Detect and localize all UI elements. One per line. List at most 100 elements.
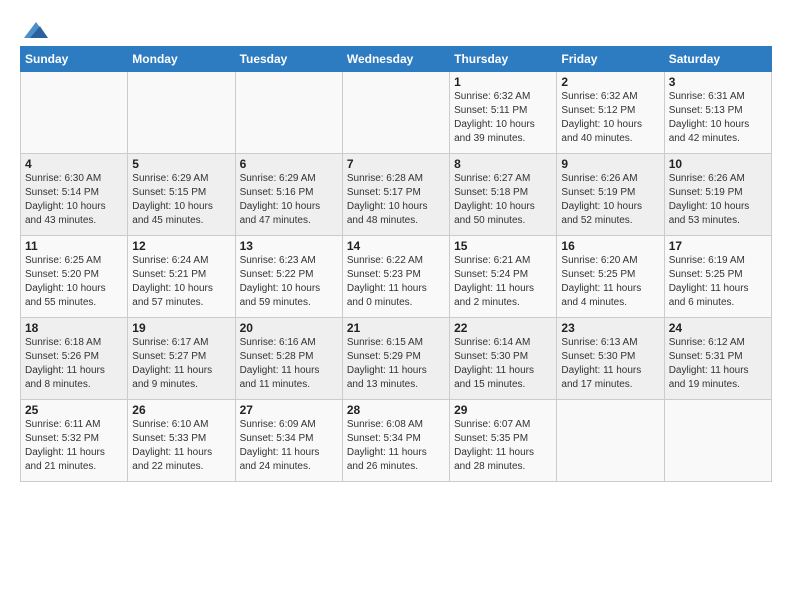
calendar-cell (128, 72, 235, 154)
day-info: Sunrise: 6:14 AMSunset: 5:30 PMDaylight:… (454, 336, 552, 392)
day-number: 17 (669, 239, 767, 253)
calendar-cell: 14Sunrise: 6:22 AMSunset: 5:23 PMDayligh… (342, 236, 449, 318)
day-number: 1 (454, 75, 552, 89)
calendar-cell: 20Sunrise: 6:16 AMSunset: 5:28 PMDayligh… (235, 318, 342, 400)
day-info: Sunrise: 6:26 AMSunset: 5:19 PMDaylight:… (561, 172, 659, 228)
day-info: Sunrise: 6:24 AMSunset: 5:21 PMDaylight:… (132, 254, 230, 310)
calendar-cell: 23Sunrise: 6:13 AMSunset: 5:30 PMDayligh… (557, 318, 664, 400)
calendar-cell (235, 72, 342, 154)
calendar-cell: 25Sunrise: 6:11 AMSunset: 5:32 PMDayligh… (21, 400, 128, 482)
calendar-week-1: 4Sunrise: 6:30 AMSunset: 5:14 PMDaylight… (21, 154, 772, 236)
day-number: 26 (132, 403, 230, 417)
day-number: 10 (669, 157, 767, 171)
day-number: 25 (25, 403, 123, 417)
day-info: Sunrise: 6:23 AMSunset: 5:22 PMDaylight:… (240, 254, 338, 310)
day-info: Sunrise: 6:12 AMSunset: 5:31 PMDaylight:… (669, 336, 767, 392)
day-info: Sunrise: 6:13 AMSunset: 5:30 PMDaylight:… (561, 336, 659, 392)
day-number: 14 (347, 239, 445, 253)
calendar-cell: 7Sunrise: 6:28 AMSunset: 5:17 PMDaylight… (342, 154, 449, 236)
day-number: 11 (25, 239, 123, 253)
day-number: 21 (347, 321, 445, 335)
calendar-cell: 22Sunrise: 6:14 AMSunset: 5:30 PMDayligh… (450, 318, 557, 400)
day-info: Sunrise: 6:19 AMSunset: 5:25 PMDaylight:… (669, 254, 767, 310)
calendar-cell: 13Sunrise: 6:23 AMSunset: 5:22 PMDayligh… (235, 236, 342, 318)
calendar-cell: 21Sunrise: 6:15 AMSunset: 5:29 PMDayligh… (342, 318, 449, 400)
calendar-cell: 1Sunrise: 6:32 AMSunset: 5:11 PMDaylight… (450, 72, 557, 154)
calendar-cell: 10Sunrise: 6:26 AMSunset: 5:19 PMDayligh… (664, 154, 771, 236)
day-number: 12 (132, 239, 230, 253)
day-info: Sunrise: 6:16 AMSunset: 5:28 PMDaylight:… (240, 336, 338, 392)
day-number: 4 (25, 157, 123, 171)
day-info: Sunrise: 6:28 AMSunset: 5:17 PMDaylight:… (347, 172, 445, 228)
calendar-cell: 17Sunrise: 6:19 AMSunset: 5:25 PMDayligh… (664, 236, 771, 318)
logo (20, 20, 50, 40)
day-number: 13 (240, 239, 338, 253)
calendar-table: SundayMondayTuesdayWednesdayThursdayFrid… (20, 46, 772, 482)
day-number: 8 (454, 157, 552, 171)
day-info: Sunrise: 6:29 AMSunset: 5:16 PMDaylight:… (240, 172, 338, 228)
calendar-cell: 28Sunrise: 6:08 AMSunset: 5:34 PMDayligh… (342, 400, 449, 482)
calendar-week-0: 1Sunrise: 6:32 AMSunset: 5:11 PMDaylight… (21, 72, 772, 154)
day-number: 28 (347, 403, 445, 417)
col-header-saturday: Saturday (664, 47, 771, 72)
day-info: Sunrise: 6:31 AMSunset: 5:13 PMDaylight:… (669, 90, 767, 146)
day-info: Sunrise: 6:26 AMSunset: 5:19 PMDaylight:… (669, 172, 767, 228)
day-number: 15 (454, 239, 552, 253)
day-number: 29 (454, 403, 552, 417)
day-info: Sunrise: 6:18 AMSunset: 5:26 PMDaylight:… (25, 336, 123, 392)
day-info: Sunrise: 6:09 AMSunset: 5:34 PMDaylight:… (240, 418, 338, 474)
logo-icon (22, 20, 50, 40)
calendar-cell (557, 400, 664, 482)
day-info: Sunrise: 6:07 AMSunset: 5:35 PMDaylight:… (454, 418, 552, 474)
calendar-week-2: 11Sunrise: 6:25 AMSunset: 5:20 PMDayligh… (21, 236, 772, 318)
calendar-cell: 18Sunrise: 6:18 AMSunset: 5:26 PMDayligh… (21, 318, 128, 400)
calendar-cell (664, 400, 771, 482)
calendar-cell: 11Sunrise: 6:25 AMSunset: 5:20 PMDayligh… (21, 236, 128, 318)
day-number: 9 (561, 157, 659, 171)
day-info: Sunrise: 6:08 AMSunset: 5:34 PMDaylight:… (347, 418, 445, 474)
day-info: Sunrise: 6:22 AMSunset: 5:23 PMDaylight:… (347, 254, 445, 310)
calendar-cell (21, 72, 128, 154)
calendar-cell: 5Sunrise: 6:29 AMSunset: 5:15 PMDaylight… (128, 154, 235, 236)
day-number: 20 (240, 321, 338, 335)
day-number: 23 (561, 321, 659, 335)
day-info: Sunrise: 6:21 AMSunset: 5:24 PMDaylight:… (454, 254, 552, 310)
col-header-wednesday: Wednesday (342, 47, 449, 72)
day-number: 22 (454, 321, 552, 335)
day-info: Sunrise: 6:20 AMSunset: 5:25 PMDaylight:… (561, 254, 659, 310)
calendar-cell: 19Sunrise: 6:17 AMSunset: 5:27 PMDayligh… (128, 318, 235, 400)
day-number: 27 (240, 403, 338, 417)
day-number: 5 (132, 157, 230, 171)
col-header-tuesday: Tuesday (235, 47, 342, 72)
calendar-cell: 9Sunrise: 6:26 AMSunset: 5:19 PMDaylight… (557, 154, 664, 236)
page: SundayMondayTuesdayWednesdayThursdayFrid… (0, 0, 792, 492)
day-number: 2 (561, 75, 659, 89)
day-info: Sunrise: 6:15 AMSunset: 5:29 PMDaylight:… (347, 336, 445, 392)
day-info: Sunrise: 6:25 AMSunset: 5:20 PMDaylight:… (25, 254, 123, 310)
col-header-monday: Monday (128, 47, 235, 72)
calendar-cell: 4Sunrise: 6:30 AMSunset: 5:14 PMDaylight… (21, 154, 128, 236)
day-number: 18 (25, 321, 123, 335)
day-number: 3 (669, 75, 767, 89)
calendar-cell: 24Sunrise: 6:12 AMSunset: 5:31 PMDayligh… (664, 318, 771, 400)
calendar-cell: 27Sunrise: 6:09 AMSunset: 5:34 PMDayligh… (235, 400, 342, 482)
calendar-cell: 29Sunrise: 6:07 AMSunset: 5:35 PMDayligh… (450, 400, 557, 482)
day-info: Sunrise: 6:27 AMSunset: 5:18 PMDaylight:… (454, 172, 552, 228)
day-info: Sunrise: 6:11 AMSunset: 5:32 PMDaylight:… (25, 418, 123, 474)
calendar-cell: 2Sunrise: 6:32 AMSunset: 5:12 PMDaylight… (557, 72, 664, 154)
day-info: Sunrise: 6:10 AMSunset: 5:33 PMDaylight:… (132, 418, 230, 474)
day-number: 19 (132, 321, 230, 335)
calendar-cell: 6Sunrise: 6:29 AMSunset: 5:16 PMDaylight… (235, 154, 342, 236)
day-info: Sunrise: 6:32 AMSunset: 5:11 PMDaylight:… (454, 90, 552, 146)
day-number: 6 (240, 157, 338, 171)
day-info: Sunrise: 6:30 AMSunset: 5:14 PMDaylight:… (25, 172, 123, 228)
calendar-header-row: SundayMondayTuesdayWednesdayThursdayFrid… (21, 47, 772, 72)
calendar-week-3: 18Sunrise: 6:18 AMSunset: 5:26 PMDayligh… (21, 318, 772, 400)
day-number: 24 (669, 321, 767, 335)
col-header-thursday: Thursday (450, 47, 557, 72)
calendar-cell (342, 72, 449, 154)
day-number: 16 (561, 239, 659, 253)
calendar-cell: 12Sunrise: 6:24 AMSunset: 5:21 PMDayligh… (128, 236, 235, 318)
calendar-week-4: 25Sunrise: 6:11 AMSunset: 5:32 PMDayligh… (21, 400, 772, 482)
calendar-cell: 8Sunrise: 6:27 AMSunset: 5:18 PMDaylight… (450, 154, 557, 236)
